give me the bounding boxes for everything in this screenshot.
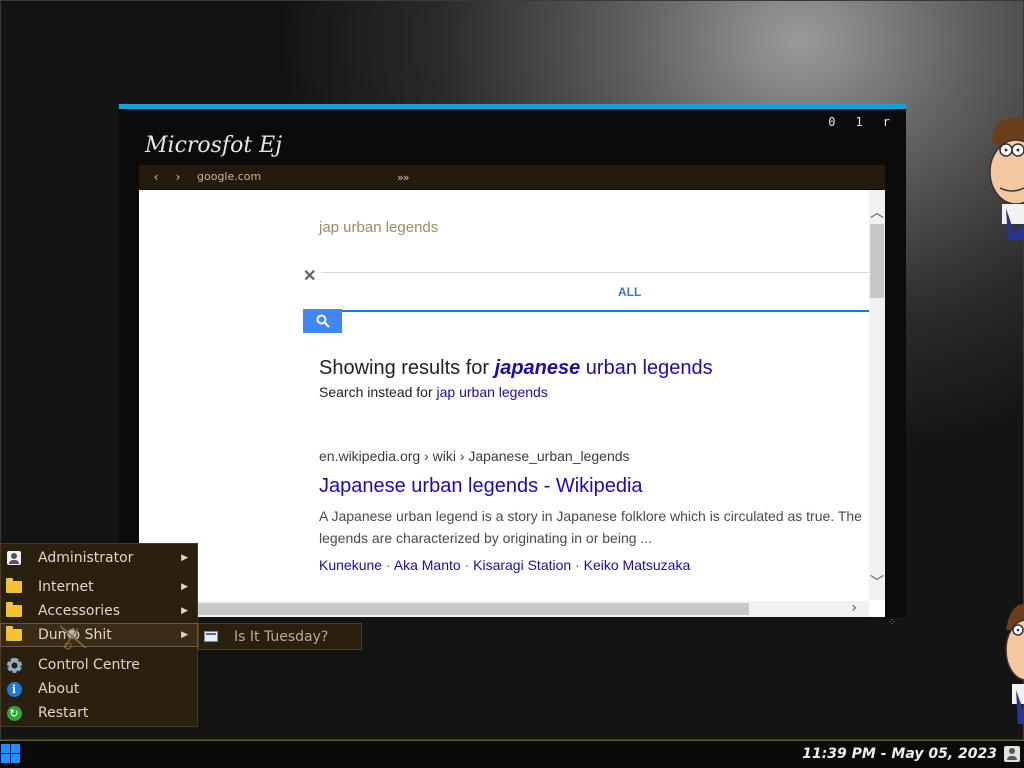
search-instead: Search instead for jap urban legends bbox=[319, 384, 548, 400]
folder-icon bbox=[6, 578, 22, 593]
scroll-right-icon[interactable]: › bbox=[851, 600, 857, 616]
menu-item-dumb-shit[interactable]: Dumb Shit ▶ bbox=[0, 623, 198, 647]
cartoon-character-bottom bbox=[1004, 600, 1024, 724]
window-title: Microsfot Ej bbox=[145, 133, 283, 158]
sitelink-separator: · bbox=[460, 557, 474, 573]
result-url: en.wikipedia.org › wiki › Japanese_urban… bbox=[319, 448, 630, 464]
forward-button[interactable]: › bbox=[167, 170, 189, 184]
browser-window: 0 1 r Microsfot Ej ‹ › google.com »» jap… bbox=[119, 104, 906, 617]
taskbar-clock[interactable]: 11:39 PM - May 05, 2023 bbox=[802, 746, 997, 762]
back-button[interactable]: ‹ bbox=[145, 170, 167, 184]
minimize-button[interactable]: 0 bbox=[828, 115, 835, 129]
sitelink[interactable]: Aka Manto bbox=[394, 557, 461, 573]
submenu-item-label: Is It Tuesday? bbox=[234, 628, 329, 645]
sitelink[interactable]: Kunekune bbox=[319, 557, 382, 573]
menu-item-control-centre[interactable]: Control Centre bbox=[1, 654, 197, 676]
menu-item-accessories[interactable]: Accessories ▶ bbox=[1, 600, 197, 622]
taskbar: 11:39 PM - May 05, 2023 bbox=[0, 740, 1024, 768]
menu-item-label: Restart bbox=[38, 705, 89, 721]
showing-prefix: Showing results for bbox=[319, 357, 495, 379]
showing-results-heading: Showing results for japanese urban legen… bbox=[319, 357, 713, 380]
restart-icon: ↻ bbox=[6, 705, 22, 721]
folder-icon bbox=[6, 626, 22, 641]
scroll-down-icon[interactable]: ﹀ bbox=[869, 572, 885, 592]
menu-item-restart[interactable]: ↻ Restart bbox=[1, 702, 197, 724]
search-button[interactable] bbox=[303, 309, 342, 333]
instead-prefix: Search instead for bbox=[319, 384, 437, 400]
menu-item-label: Administrator bbox=[38, 550, 134, 566]
horizontal-scrollbar[interactable]: › bbox=[139, 600, 869, 617]
chevron-right-icon: ▶ bbox=[181, 553, 188, 563]
start-menu: Administrator ▶ Internet ▶ Accessories ▶… bbox=[0, 543, 198, 727]
resize-grip-icon[interactable]: ⁘ bbox=[888, 618, 897, 628]
folder-icon bbox=[6, 602, 22, 617]
url-input[interactable]: google.com bbox=[195, 169, 391, 185]
mouse-cursor-icon bbox=[59, 625, 87, 650]
menu-item-label: Internet bbox=[38, 579, 94, 595]
search-divider bbox=[321, 272, 869, 273]
start-button[interactable] bbox=[1, 744, 20, 763]
original-query-link[interactable]: jap urban legends bbox=[437, 384, 548, 400]
search-icon bbox=[316, 314, 330, 328]
horizontal-scroll-thumb[interactable] bbox=[139, 603, 749, 615]
search-results-page: jap urban legends ✕ ALL Showing results … bbox=[139, 190, 869, 600]
result-snippet: A Japanese urban legend is a story in Ja… bbox=[319, 505, 869, 549]
menu-item-label: Accessories bbox=[38, 603, 121, 619]
vertical-scrollbar[interactable]: ︿ ﹀ bbox=[869, 190, 885, 600]
user-tray-icon[interactable] bbox=[1004, 746, 1020, 762]
user-icon bbox=[7, 551, 21, 565]
sitelink-separator: · bbox=[571, 557, 584, 573]
sitelinks: Kunekune · Aka Manto · Kisaragi Station … bbox=[319, 557, 690, 573]
sitelink-separator: · bbox=[382, 557, 394, 573]
info-icon: i bbox=[6, 681, 22, 697]
snippet-line: legends are characterized by originating… bbox=[319, 530, 653, 546]
sitelink[interactable]: Kisaragi Station bbox=[473, 557, 571, 573]
go-button[interactable]: »» bbox=[397, 171, 410, 184]
clear-search-icon[interactable]: ✕ bbox=[303, 266, 316, 286]
corrected-query-link[interactable]: japanese urban legends bbox=[495, 357, 713, 379]
scroll-up-icon[interactable]: ︿ bbox=[869, 202, 885, 222]
menu-item-administrator[interactable]: Administrator ▶ bbox=[1, 547, 197, 569]
app-window-icon bbox=[204, 631, 218, 642]
windows-logo-icon bbox=[1, 744, 10, 753]
gear-icon bbox=[6, 657, 22, 673]
chevron-right-icon: ▶ bbox=[181, 606, 188, 616]
menu-item-internet[interactable]: Internet ▶ bbox=[1, 576, 197, 598]
address-bar: ‹ › google.com »» bbox=[139, 165, 885, 189]
result-title-link[interactable]: Japanese urban legends - Wikipedia bbox=[319, 475, 643, 498]
window-controls: 0 1 r bbox=[828, 115, 890, 129]
search-input[interactable]: jap urban legends bbox=[319, 219, 438, 236]
submenu-item-is-it-tuesday[interactable]: Is It Tuesday? bbox=[198, 623, 362, 650]
chevron-right-icon: ▶ bbox=[181, 582, 188, 592]
snippet-line: A Japanese urban legend is a story in Ja… bbox=[319, 508, 862, 524]
sitelink[interactable]: Keiko Matsuzaka bbox=[584, 557, 691, 573]
menu-item-label: About bbox=[38, 681, 80, 697]
maximize-button[interactable]: 1 bbox=[856, 115, 863, 129]
close-button[interactable]: r bbox=[883, 115, 890, 129]
vertical-scroll-thumb[interactable] bbox=[870, 224, 884, 298]
menu-item-about[interactable]: i About bbox=[1, 678, 197, 700]
chevron-right-icon: ▶ bbox=[181, 630, 188, 640]
menu-item-label: Control Centre bbox=[38, 657, 140, 673]
cartoon-character-top bbox=[984, 112, 1024, 240]
tab-all[interactable]: ALL bbox=[618, 285, 641, 299]
tab-underline bbox=[304, 310, 869, 312]
browser-viewport: jap urban legends ✕ ALL Showing results … bbox=[139, 190, 885, 617]
